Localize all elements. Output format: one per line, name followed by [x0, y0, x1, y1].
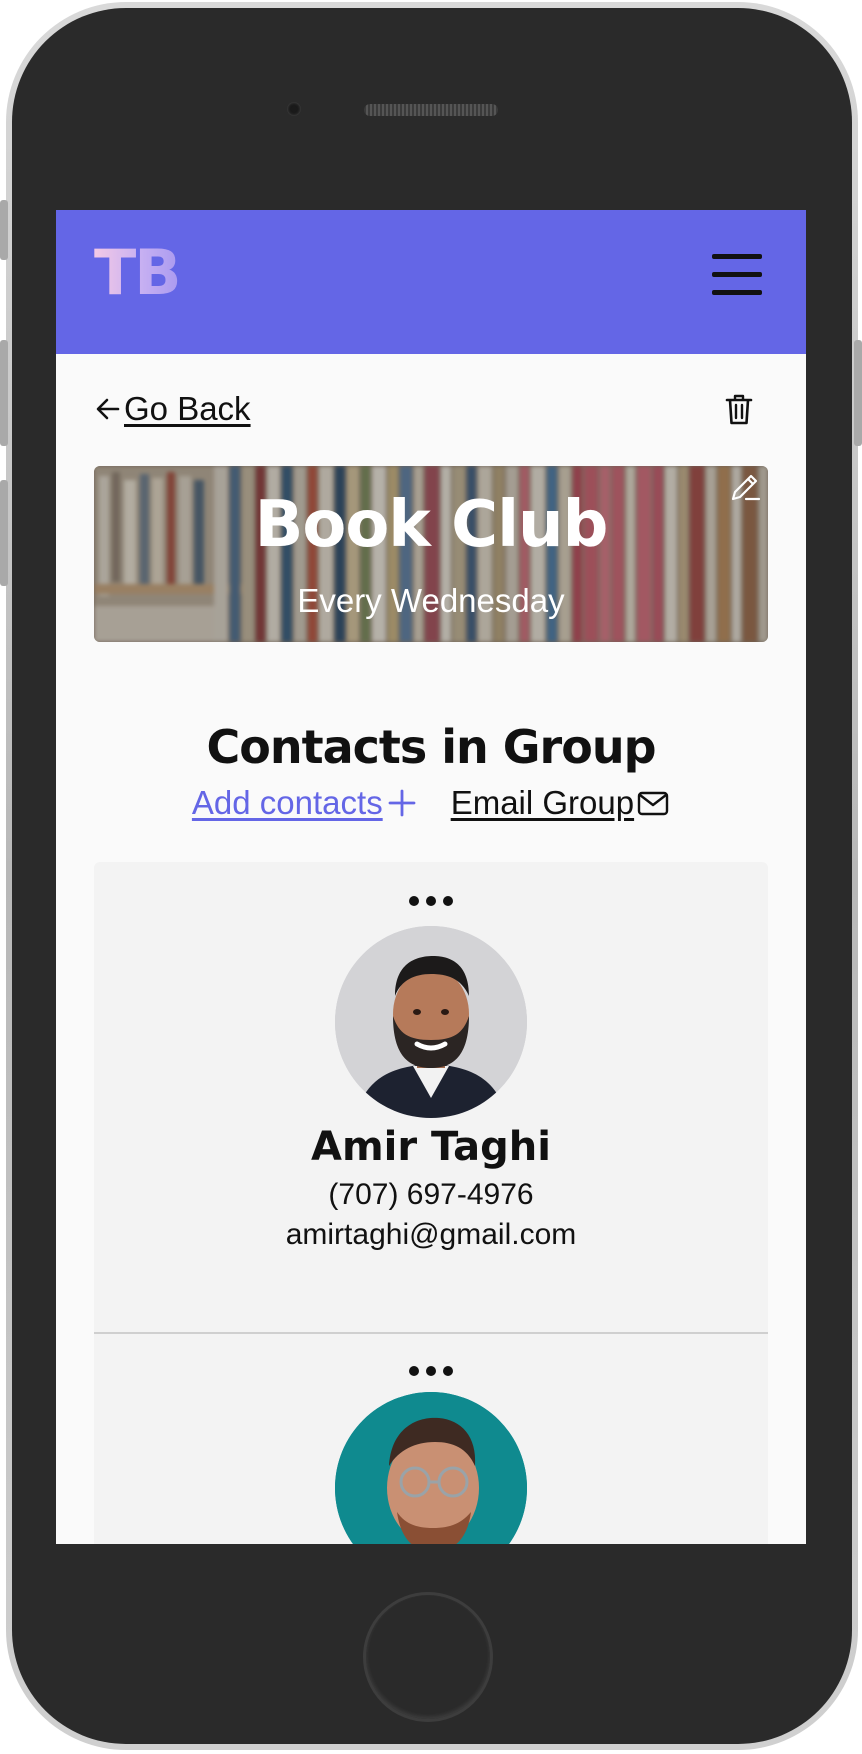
- top-navigation-bar: TB: [56, 210, 806, 354]
- plus-icon: [388, 789, 416, 817]
- mute-switch: [0, 200, 8, 260]
- hamburger-menu-icon[interactable]: [712, 252, 764, 298]
- more-options-icon[interactable]: [409, 1366, 453, 1378]
- add-contacts-label: Add contacts: [191, 784, 383, 821]
- email-group-label: Email Group: [450, 784, 635, 821]
- contact-email[interactable]: amirtaghi@gmail.com: [94, 1218, 768, 1252]
- volume-up-button: [0, 340, 8, 446]
- contact-name: Amir Taghi: [311, 1124, 551, 1170]
- app-logo[interactable]: TB: [94, 236, 182, 309]
- app-screen: TB Go Back Book Club Every Wednesday Con…: [56, 210, 806, 1544]
- trash-icon[interactable]: [724, 392, 754, 426]
- avatar: [335, 926, 527, 1118]
- front-camera: [287, 102, 301, 116]
- volume-down-button: [0, 480, 8, 586]
- avatar-photo: [335, 1392, 527, 1544]
- go-back-link[interactable]: Go Back: [94, 390, 251, 428]
- group-schedule: Every Wednesday: [297, 582, 565, 619]
- arrow-left-icon: [96, 398, 120, 420]
- add-contacts-link[interactable]: Add contacts: [192, 784, 417, 822]
- contacts-section-title: Contacts in Group: [206, 720, 656, 774]
- group-banner: Book Club Every Wednesday: [94, 466, 768, 642]
- contact-phone[interactable]: (707) 697-4976: [94, 1178, 768, 1212]
- avatar: [335, 1392, 527, 1544]
- avatar-photo: [335, 926, 527, 1118]
- more-options-icon[interactable]: [409, 896, 453, 908]
- power-button: [854, 340, 862, 446]
- group-title: Book Club: [254, 488, 609, 562]
- envelope-icon: [637, 791, 669, 816]
- contact-card[interactable]: Amir Taghi (707) 697-4976 amirtaghi@gmai…: [94, 862, 768, 1332]
- pencil-icon[interactable]: [728, 470, 762, 504]
- email-group-link[interactable]: Email Group: [451, 784, 670, 822]
- earpiece-speaker: [364, 104, 498, 116]
- go-back-label: Go Back: [124, 390, 251, 427]
- group-actions: Add contacts Email Group: [56, 784, 806, 822]
- home-button[interactable]: [363, 1592, 493, 1722]
- contact-card[interactable]: [94, 1334, 768, 1544]
